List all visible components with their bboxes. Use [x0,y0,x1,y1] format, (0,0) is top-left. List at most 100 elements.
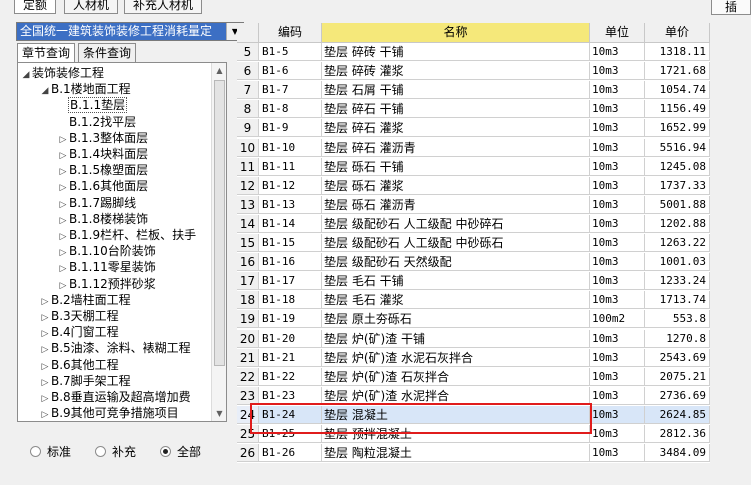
cell-price[interactable]: 1202.88 [645,214,710,233]
cell-price[interactable]: 2075.21 [645,367,710,386]
cell-name[interactable]: 垫层 原土夯砾石 [322,310,590,329]
table-row[interactable]: 10 B1-10 垫层 碎石 灌沥青 10m3 5516.94 [237,138,710,157]
table-row[interactable]: 12 B1-12 垫层 砾石 灌浆 10m3 1737.33 [237,176,710,195]
cell-price[interactable]: 1001.03 [645,253,710,272]
cell-code[interactable]: B1-26 [259,444,322,463]
cell-unit[interactable]: 10m3 [590,444,645,463]
table-row[interactable]: 19 B1-19 垫层 原土夯砾石 100m2 553.8 [237,310,710,329]
table-row[interactable]: 18 B1-18 垫层 毛石 灌浆 10m3 1713.74 [237,291,710,310]
cell-price[interactable]: 5001.88 [645,195,710,214]
cell-name[interactable]: 垫层 砾石 灌沥青 [322,195,590,214]
cell-name[interactable]: 垫层 碎石 干铺 [322,100,590,119]
cell-unit[interactable]: 10m3 [590,100,645,119]
table-row[interactable]: 15 B1-15 垫层 级配砂石 人工级配 中砂砾石 10m3 1263.22 [237,234,710,252]
cell-rownum[interactable]: 6 [237,62,259,81]
tab-condition-query[interactable]: 条件查询 [78,43,137,62]
cell-code[interactable]: B1-7 [259,81,322,100]
cell-code[interactable]: B1-18 [259,291,322,310]
cell-name[interactable]: 垫层 炉(矿)渣 石灰拌合 [322,367,590,386]
cell-name[interactable]: 垫层 碎砖 灌浆 [322,62,590,81]
cell-name[interactable]: 垫层 碎砖 干铺 [322,43,590,61]
cell-rownum[interactable]: 7 [237,81,259,100]
cell-price[interactable]: 1318.11 [645,43,710,61]
radio-supplementary[interactable]: 补充 [95,443,136,461]
cell-name[interactable]: 垫层 级配砂石 人工级配 中砂碎石 [322,214,590,233]
cell-unit[interactable]: 10m3 [590,348,645,367]
table-row[interactable]: 20 B1-20 垫层 炉(矿)渣 干铺 10m3 1270.8 [237,329,710,348]
cell-name[interactable]: 垫层 毛石 干铺 [322,272,590,291]
cell-unit[interactable]: 10m3 [590,195,645,214]
cell-rownum[interactable]: 10 [237,138,259,157]
cell-unit[interactable]: 10m3 [590,425,645,443]
cell-code[interactable]: B1-5 [259,43,322,61]
cell-rownum[interactable]: 14 [237,214,259,233]
cell-price[interactable]: 1721.68 [645,62,710,81]
cell-unit[interactable]: 10m3 [590,81,645,100]
tree-scrollbar[interactable]: ▲ ▼ [211,63,226,421]
cell-unit[interactable]: 10m3 [590,253,645,272]
cell-price[interactable]: 2736.69 [645,386,710,405]
cell-price[interactable]: 1713.74 [645,291,710,310]
cell-name[interactable]: 垫层 碎石 灌沥青 [322,138,590,157]
cell-code[interactable]: B1-12 [259,176,322,195]
cell-code[interactable]: B1-16 [259,253,322,272]
cell-unit[interactable]: 10m3 [590,291,645,310]
cell-rownum[interactable]: 8 [237,100,259,119]
table-row[interactable]: 7 B1-7 垫层 石屑 干铺 10m3 1054.74 [237,81,710,100]
collapse-arrow-icon[interactable]: ◢ [21,66,31,84]
cell-code[interactable]: B1-20 [259,329,322,348]
cell-price[interactable]: 1737.33 [645,176,710,195]
cell-price[interactable]: 1245.08 [645,157,710,176]
cell-name[interactable]: 垫层 碎石 灌浆 [322,119,590,138]
cell-rownum[interactable]: 16 [237,253,259,272]
cell-code[interactable]: B1-11 [259,157,322,176]
table-row[interactable]: 6 B1-6 垫层 碎砖 灌浆 10m3 1721.68 [237,62,710,81]
collapse-arrow-icon[interactable]: ◢ [40,82,50,100]
scroll-thumb[interactable] [214,80,225,366]
header-code[interactable]: 编码 [259,23,322,43]
cell-unit[interactable]: 10m3 [590,43,645,61]
cell-unit[interactable]: 10m3 [590,62,645,81]
table-row[interactable]: 17 B1-17 垫层 毛石 干铺 10m3 1233.24 [237,272,710,291]
cell-price[interactable]: 2543.69 [645,348,710,367]
table-row[interactable]: 21 B1-21 垫层 炉(矿)渣 水泥石灰拌合 10m3 2543.69 [237,348,710,367]
cell-code[interactable]: B1-19 [259,310,322,329]
cell-price[interactable]: 553.8 [645,310,710,329]
cell-rownum[interactable]: 9 [237,119,259,138]
expand-arrow-icon[interactable]: ▷ [40,406,50,421]
cell-unit[interactable]: 10m3 [590,138,645,157]
tree-node[interactable]: ▷ B.9其他可竞争措施项目 [40,404,180,421]
cell-price[interactable]: 3484.09 [645,444,710,463]
table-row[interactable]: 11 B1-11 垫层 砾石 干铺 10m3 1245.08 [237,157,710,176]
cell-unit[interactable]: 10m3 [590,329,645,348]
scroll-up-icon[interactable]: ▲ [212,63,226,78]
cell-rownum[interactable]: 12 [237,176,259,195]
cell-price[interactable]: 1233.24 [645,272,710,291]
cell-rownum[interactable]: 19 [237,310,259,329]
cell-unit[interactable]: 10m3 [590,176,645,195]
cell-rownum[interactable]: 17 [237,272,259,291]
tab-quota[interactable]: 定额 [14,0,57,14]
table-row[interactable]: 9 B1-9 垫层 碎石 灌浆 10m3 1652.99 [237,119,710,138]
cell-code[interactable]: B1-13 [259,195,322,214]
cell-unit[interactable]: 10m3 [590,272,645,291]
cell-rownum[interactable]: 18 [237,291,259,310]
header-unit[interactable]: 单位 [590,23,645,43]
radio-all[interactable]: 全部 [160,443,201,461]
cell-price[interactable]: 1156.49 [645,100,710,119]
cell-unit[interactable]: 10m3 [590,119,645,138]
cell-unit[interactable]: 10m3 [590,157,645,176]
insert-button[interactable]: 插 [711,0,751,15]
cell-price[interactable]: 5516.94 [645,138,710,157]
cell-code[interactable]: B1-17 [259,272,322,291]
cell-code[interactable]: B1-15 [259,234,322,252]
tab-supplementary-lmm[interactable]: 补充人材机 [124,0,203,14]
cell-rownum[interactable]: 21 [237,348,259,367]
cell-rownum[interactable]: 22 [237,367,259,386]
cell-unit[interactable]: 10m3 [590,367,645,386]
cell-name[interactable]: 垫层 级配砂石 天然级配 [322,253,590,272]
cell-price[interactable]: 2812.36 [645,425,710,443]
cell-price[interactable]: 2624.85 [645,405,710,424]
cell-code[interactable]: B1-8 [259,100,322,119]
cell-code[interactable]: B1-9 [259,119,322,138]
